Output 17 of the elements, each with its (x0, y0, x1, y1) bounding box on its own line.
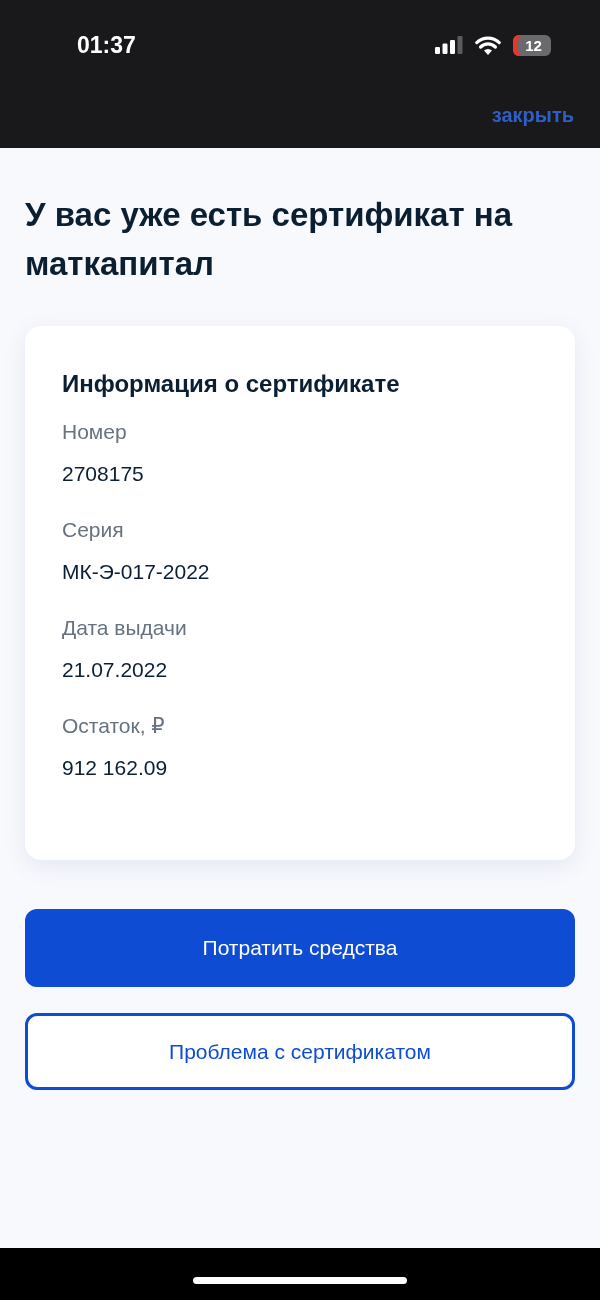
status-time: 01:37 (77, 31, 136, 59)
card-title: Информация о сертификате (62, 369, 401, 399)
home-indicator[interactable] (193, 1277, 407, 1284)
field-value: 2708175 (62, 461, 144, 487)
page-title: У вас уже есть сертификат на маткапитал (25, 195, 514, 284)
field-label: Серия (62, 517, 124, 543)
problem-button[interactable]: Проблема с сертификатом (25, 1013, 575, 1090)
field-value: 912 162.09 (62, 755, 168, 781)
field-value: 21.07.2022 (62, 657, 168, 683)
field-value: МК-Э-017-2022 (62, 559, 210, 585)
spend-button[interactable]: Потратить средства (25, 909, 575, 987)
battery-level: 12 (513, 34, 551, 56)
field-label: Номер (62, 419, 127, 445)
wifi-icon (475, 35, 501, 55)
field-label: Остаток, ₽ (62, 713, 165, 739)
signal-icon (435, 36, 463, 54)
field-label: Дата выдачи (62, 615, 187, 641)
